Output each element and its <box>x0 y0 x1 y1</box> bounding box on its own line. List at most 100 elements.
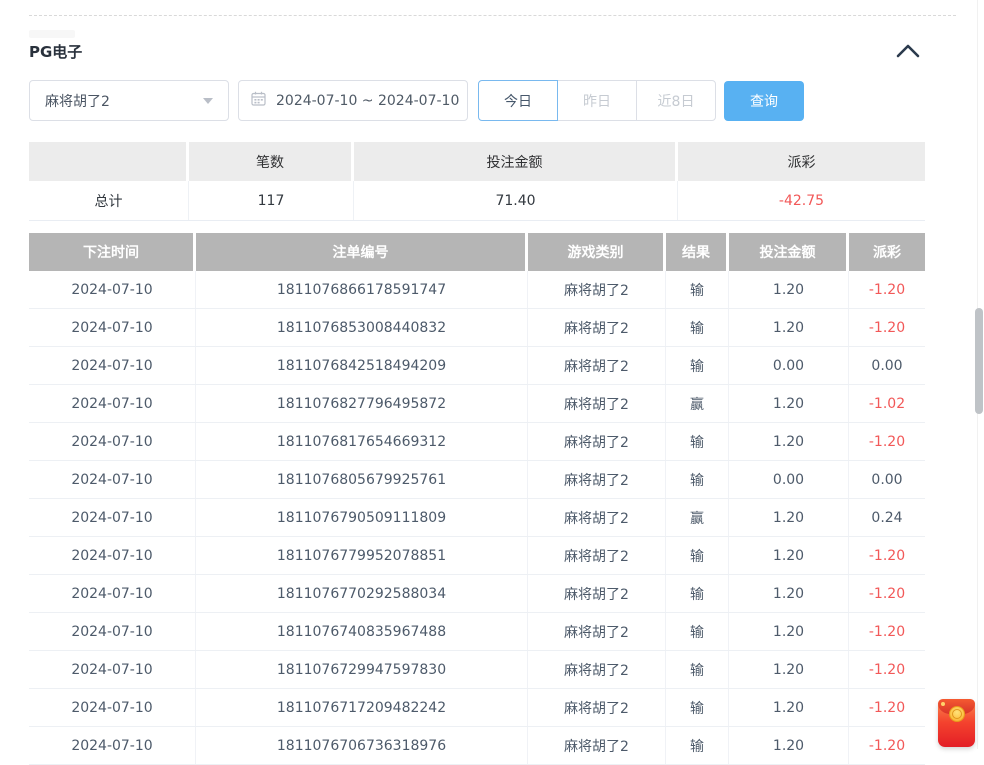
cell-game-category: 麻将胡了2 <box>528 347 666 384</box>
cell-bet-amount: 1.20 <box>729 385 849 422</box>
table-row: 2024-07-10 1811076817654669312 麻将胡了2 输 1… <box>29 423 925 461</box>
cell-bet-id: 1811076779952078851 <box>196 537 528 574</box>
summary-total-bet-amount: 71.40 <box>354 181 678 220</box>
cell-payout: 0.00 <box>849 461 925 498</box>
cell-game-category: 麻将胡了2 <box>528 613 666 650</box>
collapse-panel-button[interactable] <box>894 42 922 62</box>
cell-bet-amount: 0.00 <box>729 461 849 498</box>
cell-bet-amount: 0.00 <box>729 347 849 384</box>
quick-range-today[interactable]: 今日 <box>478 80 558 121</box>
cell-bet-time: 2024-07-10 <box>29 651 196 688</box>
cell-bet-id: 1811076817654669312 <box>196 423 528 460</box>
cell-bet-amount: 1.20 <box>729 309 849 346</box>
table-row: 2024-07-10 1811076866178591747 麻将胡了2 输 1… <box>29 271 925 309</box>
cell-payout: -1.20 <box>849 689 925 726</box>
cell-bet-id: 1811076827796495872 <box>196 385 528 422</box>
table-row: 2024-07-10 1811076706736318976 麻将胡了2 输 1… <box>29 727 925 765</box>
cell-bet-amount: 1.20 <box>729 423 849 460</box>
table-row: 2024-07-10 1811076717209482242 麻将胡了2 输 1… <box>29 689 925 727</box>
cell-game-category: 麻将胡了2 <box>528 461 666 498</box>
game-select[interactable]: 麻将胡了2 <box>29 80 229 121</box>
panel-title: PG电子 <box>29 41 82 62</box>
cell-result: 输 <box>666 575 729 612</box>
table-row: 2024-07-10 1811076770292588034 麻将胡了2 输 1… <box>29 575 925 613</box>
summary-total-payout: -42.75 <box>678 181 925 220</box>
cell-bet-time: 2024-07-10 <box>29 309 196 346</box>
cell-game-category: 麻将胡了2 <box>528 423 666 460</box>
cell-bet-time: 2024-07-10 <box>29 385 196 422</box>
quick-range-last8days[interactable]: 近8日 <box>636 80 716 121</box>
cell-payout: -1.02 <box>849 385 925 422</box>
caret-down-icon <box>203 98 213 104</box>
date-range-value: 2024-07-10 ~ 2024-07-10 <box>276 93 459 109</box>
cell-bet-time: 2024-07-10 <box>29 727 196 764</box>
cell-result: 输 <box>666 689 729 726</box>
cell-bet-amount: 1.20 <box>729 689 849 726</box>
cell-bet-amount: 1.20 <box>729 499 849 536</box>
cell-bet-id: 1811076842518494209 <box>196 347 528 384</box>
envelope-gold-dot <box>941 702 945 706</box>
cell-result: 赢 <box>666 499 729 536</box>
calendar-icon <box>251 91 266 110</box>
cell-game-category: 麻将胡了2 <box>528 309 666 346</box>
cell-bet-id: 1811076717209482242 <box>196 689 528 726</box>
table-row: 2024-07-10 1811076779952078851 麻将胡了2 输 1… <box>29 537 925 575</box>
summary-total-count: 117 <box>189 181 354 220</box>
cell-game-category: 麻将胡了2 <box>528 575 666 612</box>
game-select-value: 麻将胡了2 <box>45 91 203 111</box>
table-row: 2024-07-10 1811076740835967488 麻将胡了2 输 1… <box>29 613 925 651</box>
top-dashed-divider <box>29 15 956 16</box>
records-table: 下注时间 注单编号 游戏类别 结果 投注金额 派彩 2024-07-10 181… <box>29 233 925 765</box>
cell-bet-id: 1811076790509111809 <box>196 499 528 536</box>
scrollbar-thumb[interactable] <box>975 308 983 414</box>
red-envelope-icon[interactable] <box>938 699 975 747</box>
summary-header-blank <box>29 142 189 181</box>
table-row: 2024-07-10 1811076827796495872 麻将胡了2 赢 1… <box>29 385 925 423</box>
cell-payout: -1.20 <box>849 309 925 346</box>
cell-payout: -1.20 <box>849 575 925 612</box>
cell-payout: -1.20 <box>849 651 925 688</box>
table-row: 2024-07-10 1811076853008440832 麻将胡了2 输 1… <box>29 309 925 347</box>
summary-total-label: 总计 <box>29 181 189 220</box>
quick-range-group: 今日 昨日 近8日 <box>478 80 716 121</box>
cell-bet-time: 2024-07-10 <box>29 613 196 650</box>
cell-result: 输 <box>666 537 729 574</box>
cell-payout: -1.20 <box>849 727 925 764</box>
cell-bet-amount: 1.20 <box>729 613 849 650</box>
cell-bet-id: 1811076805679925761 <box>196 461 528 498</box>
cell-bet-time: 2024-07-10 <box>29 347 196 384</box>
cell-result: 输 <box>666 271 729 308</box>
cell-payout: -1.20 <box>849 271 925 308</box>
cell-result: 输 <box>666 423 729 460</box>
quick-range-yesterday[interactable]: 昨日 <box>557 80 637 121</box>
gold-coin-icon <box>949 706 965 722</box>
cell-bet-id: 1811076853008440832 <box>196 309 528 346</box>
date-range-picker[interactable]: 2024-07-10 ~ 2024-07-10 <box>238 80 468 121</box>
records-header-row: 下注时间 注单编号 游戏类别 结果 投注金额 派彩 <box>29 233 925 271</box>
cell-game-category: 麻将胡了2 <box>528 271 666 308</box>
cell-game-category: 麻将胡了2 <box>528 727 666 764</box>
table-row: 2024-07-10 1811076805679925761 麻将胡了2 输 0… <box>29 461 925 499</box>
cell-payout: 0.00 <box>849 347 925 384</box>
cell-payout: 0.24 <box>849 499 925 536</box>
cell-result: 输 <box>666 461 729 498</box>
records-header-game-category: 游戏类别 <box>528 233 666 271</box>
table-row: 2024-07-10 1811076842518494209 麻将胡了2 输 0… <box>29 347 925 385</box>
cell-bet-id: 1811076706736318976 <box>196 727 528 764</box>
cell-bet-id: 1811076729947597830 <box>196 651 528 688</box>
cell-bet-id: 1811076866178591747 <box>196 271 528 308</box>
cell-bet-time: 2024-07-10 <box>29 575 196 612</box>
summary-header-payout: 派彩 <box>678 142 925 181</box>
table-row: 2024-07-10 1811076729947597830 麻将胡了2 输 1… <box>29 651 925 689</box>
cell-result: 输 <box>666 347 729 384</box>
cell-payout: -1.20 <box>849 423 925 460</box>
summary-header-row: 笔数 投注金额 派彩 <box>29 142 925 181</box>
cell-bet-amount: 1.20 <box>729 271 849 308</box>
cell-bet-id: 1811076740835967488 <box>196 613 528 650</box>
cell-bet-time: 2024-07-10 <box>29 537 196 574</box>
cell-bet-time: 2024-07-10 <box>29 689 196 726</box>
cell-result: 输 <box>666 309 729 346</box>
cell-payout: -1.20 <box>849 537 925 574</box>
cell-bet-time: 2024-07-10 <box>29 499 196 536</box>
search-button[interactable]: 查询 <box>724 81 804 121</box>
